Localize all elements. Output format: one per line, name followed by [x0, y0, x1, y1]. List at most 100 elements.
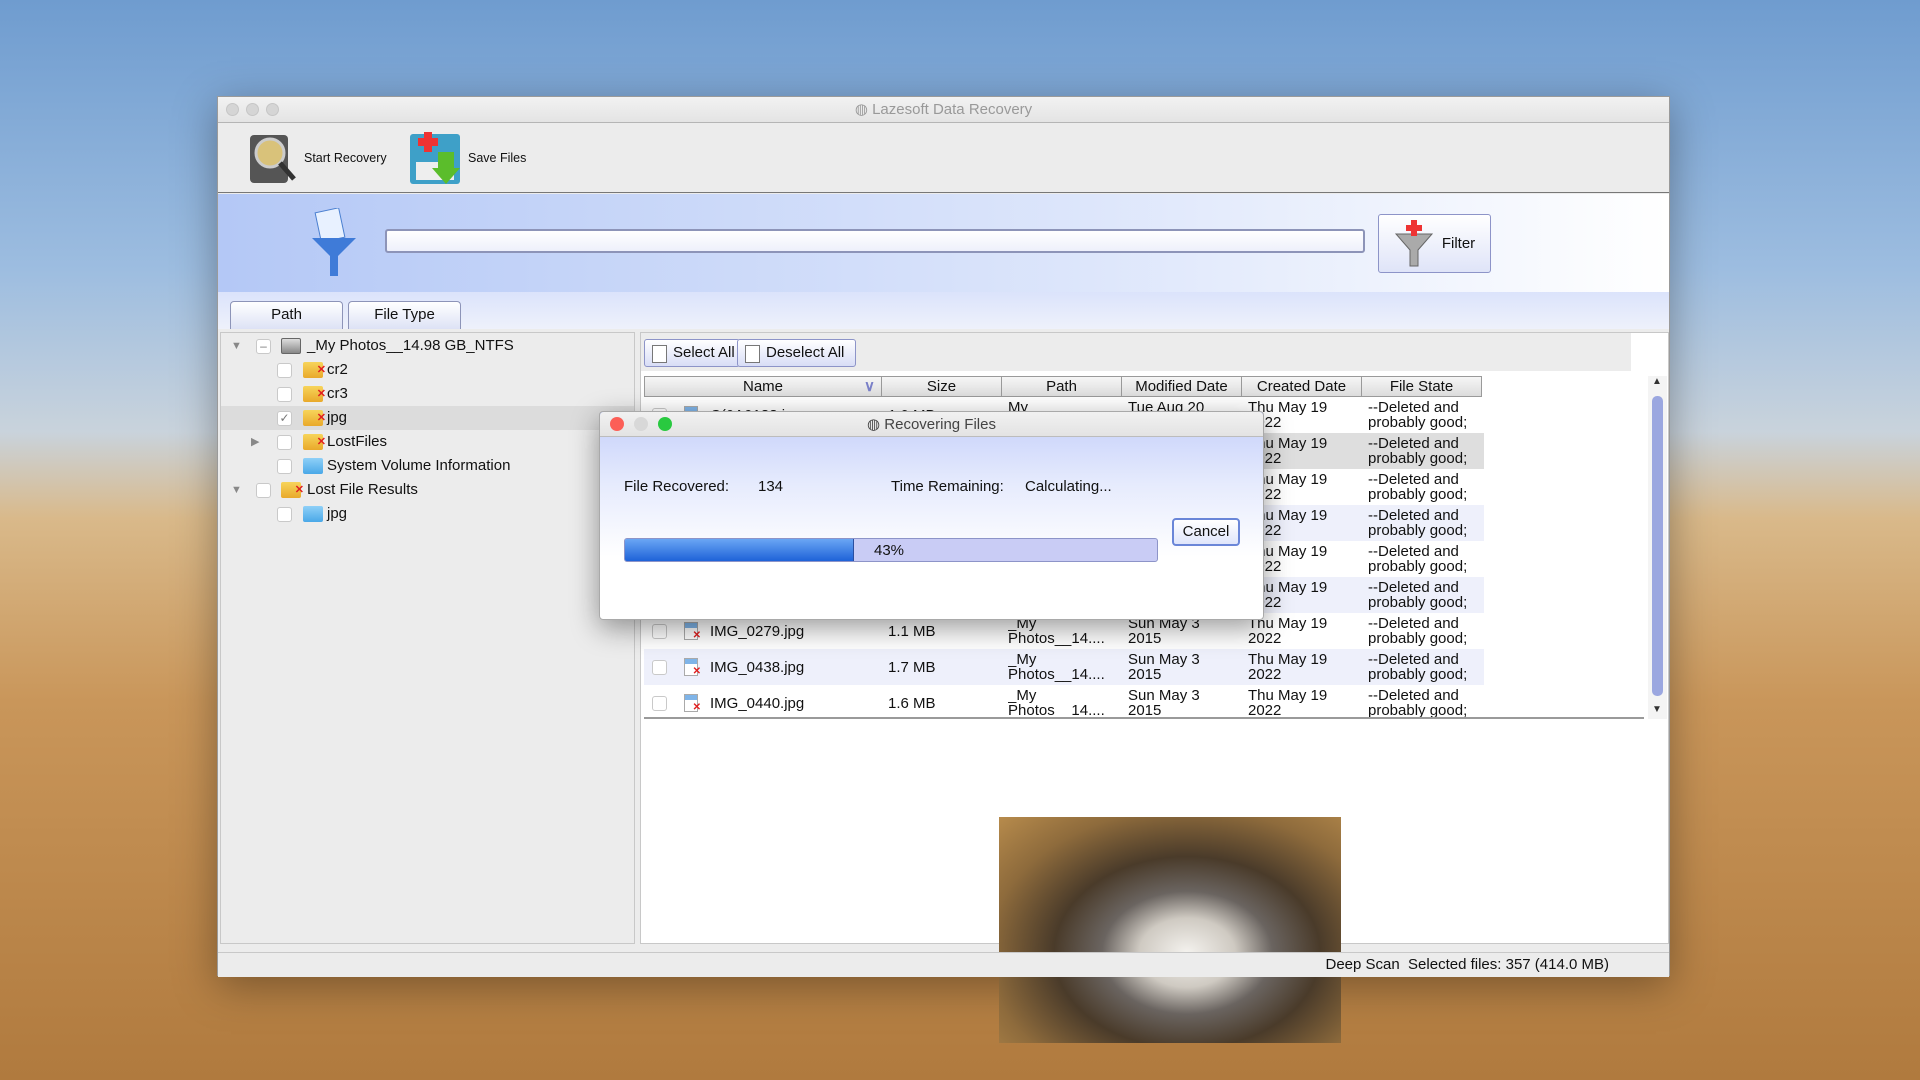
- cell-created: Thu May 19 2022: [1248, 472, 1328, 502]
- tree-checkbox[interactable]: [277, 363, 292, 378]
- cell-state: --Deleted and probably good;: [1368, 688, 1468, 718]
- tree-item[interactable]: cr3: [221, 382, 634, 406]
- cell-state: --Deleted and probably good;: [1368, 580, 1468, 610]
- row-checkbox[interactable]: [652, 696, 667, 711]
- tree-item-label: LostFiles: [327, 433, 388, 450]
- tree-item[interactable]: ▶ LostFiles: [221, 430, 634, 454]
- progress-bar: 43%: [624, 538, 1158, 562]
- app-icon: ◍: [854, 101, 873, 118]
- cell-name: IMG_0279.jpg: [710, 624, 805, 639]
- tree-item[interactable]: System Volume Information: [221, 454, 634, 478]
- filter-funnel-icon: [312, 208, 356, 276]
- cell-state: --Deleted and probably good;: [1368, 616, 1468, 646]
- scroll-up-icon[interactable]: ▲: [1652, 376, 1662, 387]
- folder-deleted-icon: [303, 430, 326, 454]
- image-file-deleted-icon: [684, 658, 701, 679]
- dialog-zoom-button[interactable]: [658, 417, 672, 431]
- table-header: Name Size Path Modified Date Created Date Fil…: [644, 376, 1482, 397]
- tree-checkbox[interactable]: [277, 435, 292, 450]
- cancel-button[interactable]: Cancel: [1172, 518, 1240, 546]
- collapse-triangle-icon[interactable]: ▶: [251, 430, 259, 454]
- tree-item[interactable]: jpg: [221, 502, 634, 526]
- tree-item-label: System Volume Information: [327, 457, 511, 474]
- start-recovery-button[interactable]: Start Recovery: [248, 129, 387, 187]
- cell-created: Thu May 19 2022: [1248, 652, 1328, 682]
- tree-item[interactable]: ✓ jpg: [221, 406, 634, 430]
- cell-size: 1.7 MB: [888, 660, 936, 675]
- dialog-minimize-button[interactable]: [634, 417, 648, 431]
- cell-state: --Deleted and probably good;: [1368, 400, 1468, 430]
- scroll-down-icon[interactable]: ▼: [1652, 704, 1662, 715]
- tree-checkbox[interactable]: –: [256, 339, 271, 354]
- image-file-deleted-icon: [684, 622, 701, 643]
- table-row[interactable]: IMG_0440.jpg 1.6 MB _My Photos__14.... Sun …: [644, 685, 1484, 718]
- table-row[interactable]: IMG_0438.jpg 1.7 MB _My Photos__14.... Sun …: [644, 649, 1484, 685]
- dialog-title-bar: ◍ Recovering Files: [600, 412, 1263, 437]
- column-header-size[interactable]: Size: [882, 376, 1002, 397]
- close-button[interactable]: [226, 103, 239, 116]
- tree-checkbox[interactable]: [277, 387, 292, 402]
- tree-item-label: cr3: [327, 385, 348, 402]
- deselect-all-button[interactable]: Deselect All: [737, 339, 856, 367]
- remaining-value: Calculating...: [1025, 478, 1112, 495]
- expand-triangle-icon[interactable]: ▼: [231, 478, 242, 502]
- column-header-name[interactable]: Name: [644, 376, 882, 397]
- folder-icon: [303, 458, 323, 474]
- folder-deleted-icon: [303, 382, 326, 406]
- column-header-path[interactable]: Path: [1002, 376, 1122, 397]
- toolbar: Start Recovery Save Files: [218, 123, 1669, 193]
- scan-mode: Deep Scan: [1325, 956, 1400, 973]
- select-all-button[interactable]: Select All: [644, 339, 740, 367]
- cell-created: Thu May 19 2022: [1248, 508, 1328, 538]
- folder-icon: [303, 506, 323, 522]
- column-header-file-state[interactable]: File State: [1362, 376, 1482, 397]
- tree-item-label: jpg: [327, 505, 348, 522]
- magnifier-drive-icon: [250, 135, 296, 183]
- expand-triangle-icon[interactable]: ▼: [231, 334, 242, 358]
- zoom-button[interactable]: [266, 103, 279, 116]
- sort-chevron-icon[interactable]: ∨: [864, 377, 875, 395]
- tree-checkbox[interactable]: [256, 483, 271, 498]
- cell-size: 1.6 MB: [888, 696, 936, 711]
- cell-modified: Sun May 3 2015: [1128, 652, 1200, 682]
- save-disk-icon: [410, 132, 460, 184]
- row-checkbox[interactable]: [652, 660, 667, 675]
- tree-item[interactable]: ▼ Lost File Results: [221, 478, 634, 502]
- vertical-scrollbar[interactable]: ▲ ▼: [1648, 376, 1667, 719]
- cell-created: Thu May 19 2022: [1248, 544, 1328, 574]
- column-header-modified-date[interactable]: Modified Date: [1122, 376, 1242, 397]
- filter-button[interactable]: Filter: [1378, 214, 1491, 273]
- recovered-label: File Recovered:: [624, 478, 730, 495]
- cell-created: Thu May 19 2022: [1248, 580, 1328, 610]
- tree-checkbox[interactable]: [277, 459, 292, 474]
- tree-checkbox[interactable]: [277, 507, 292, 522]
- cell-state: --Deleted and probably good;: [1368, 472, 1468, 502]
- funnel-plus-icon: [1394, 219, 1433, 266]
- cell-state: --Deleted and probably good;: [1368, 436, 1468, 466]
- cell-path: _My Photos__14....: [1008, 616, 1105, 646]
- tree-checkbox[interactable]: ✓: [277, 411, 292, 426]
- tree-item-label: jpg: [327, 409, 348, 426]
- save-files-button[interactable]: Save Files: [408, 129, 526, 187]
- tree-item-label: _My Photos__14.98 GB_NTFS: [307, 337, 514, 354]
- progress-fill: [625, 539, 854, 561]
- dialog-title: Recovering Files: [884, 416, 996, 433]
- dialog-close-button[interactable]: [610, 417, 624, 431]
- filter-input[interactable]: [385, 229, 1365, 253]
- row-checkbox[interactable]: [652, 624, 667, 639]
- minimize-button[interactable]: [246, 103, 259, 116]
- tree-item[interactable]: ▼ – _My Photos__14.98 GB_NTFS: [221, 334, 634, 358]
- scroll-thumb[interactable]: [1652, 396, 1663, 696]
- tab-file-type[interactable]: File Type: [348, 301, 461, 329]
- tree-item[interactable]: cr2: [221, 358, 634, 382]
- cell-path: _My Photos__14....: [1008, 688, 1105, 718]
- column-header-created-date[interactable]: Created Date: [1242, 376, 1362, 397]
- image-preview: [999, 817, 1341, 1043]
- dialog-app-icon: ◍: [867, 416, 885, 433]
- title-bar: ◍ Lazesoft Data Recovery: [218, 97, 1669, 123]
- selection-toolbar: Select All Deselect All: [641, 333, 1631, 371]
- filter-bar: Filter: [218, 194, 1669, 292]
- cell-modified: Sun May 3 2015: [1128, 616, 1200, 646]
- tab-path[interactable]: Path: [230, 301, 343, 329]
- cell-name: IMG_0438.jpg: [710, 660, 805, 675]
